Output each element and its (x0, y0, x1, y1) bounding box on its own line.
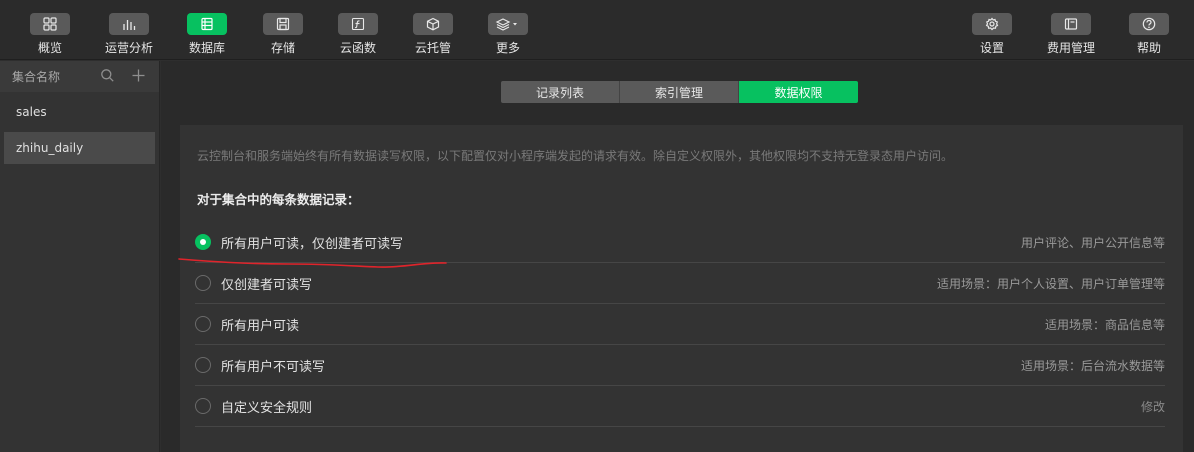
permissions-panel: 云控制台和服务端始终有所有数据读写权限，以下配置仅对小程序端发起的请求有效。除自… (180, 125, 1183, 452)
radio-unchecked-icon[interactable] (195, 357, 211, 373)
option-label: 仅创建者可读写 (221, 277, 313, 293)
toolbar-cloud-hosting[interactable]: 云托管 (398, 0, 468, 60)
collection-item-sales[interactable]: sales (0, 96, 159, 128)
option-hint: 适用场景：用户个人设置、用户订单管理等 (936, 276, 1165, 291)
radio-unchecked-icon[interactable] (195, 398, 211, 414)
permission-option-no-access[interactable]: 所有用户不可读写 适用场景：后台流水数据等 (195, 345, 1165, 386)
toolbar-label: 存储 (270, 41, 295, 55)
toolbar-analytics[interactable]: 运营分析 (94, 0, 164, 60)
toolbar-label: 概览 (37, 41, 62, 55)
toolbar-label: 云函数 (339, 41, 376, 55)
toolbar-label: 云托管 (414, 41, 451, 55)
option-hint: 用户评论、用户公开信息等 (1020, 235, 1165, 250)
option-label: 所有用户可读 (221, 318, 300, 334)
toolbar-billing[interactable]: 费用管理 (1036, 0, 1106, 60)
toolbar-cloud-function[interactable]: 云函数 (323, 0, 393, 60)
toolbar-overview[interactable]: 概览 (15, 0, 85, 60)
help-icon (1129, 13, 1169, 35)
function-icon (338, 13, 378, 35)
collection-sidebar: 集合名称 sales zhihu_daily (0, 61, 160, 452)
top-toolbar: 概览 运营分析 数据库 存储 云函数 云托管 更多 设置 费用管理 帮助 (0, 0, 1194, 60)
tab-indexes[interactable]: 索引管理 (620, 81, 739, 103)
bar-chart-icon (109, 13, 149, 35)
layers-dropdown-icon (488, 13, 528, 35)
option-hint: 适用场景：后台流水数据等 (1020, 358, 1165, 373)
toolbar-label: 更多 (495, 41, 520, 55)
toolbar-label: 数据库 (188, 41, 225, 55)
collection-list-header: 集合名称 (0, 61, 159, 92)
radio-unchecked-icon[interactable] (195, 275, 211, 291)
collection-item-zhihu-daily[interactable]: zhihu_daily (4, 132, 155, 164)
toolbar-settings[interactable]: 设置 (957, 0, 1027, 60)
tab-records[interactable]: 记录列表 (501, 81, 620, 103)
toolbar-label: 帮助 (1136, 41, 1161, 55)
toolbar-label: 设置 (979, 41, 1004, 55)
radio-checked-icon[interactable] (195, 234, 211, 250)
tab-permissions[interactable]: 数据权限 (739, 81, 858, 103)
toolbar-storage[interactable]: 存储 (248, 0, 318, 60)
edit-rules-link[interactable]: 修改 (1141, 398, 1165, 415)
toolbar-help[interactable]: 帮助 (1114, 0, 1184, 60)
container-box-icon (413, 13, 453, 35)
collection-item-label: zhihu_daily (16, 141, 84, 155)
option-label: 所有用户不可读写 (221, 359, 326, 375)
add-collection-icon[interactable] (131, 68, 146, 86)
permission-option-custom-rules[interactable]: 自定义安全规则 修改 (195, 386, 1165, 427)
permission-notice: 云控制台和服务端始终有所有数据读写权限，以下配置仅对小程序端发起的请求有效。除自… (197, 149, 954, 163)
red-underline-annotation (178, 258, 447, 268)
collection-item-label: sales (16, 105, 47, 119)
option-hint: 适用场景：商品信息等 (1044, 317, 1165, 332)
toolbar-label: 运营分析 (104, 41, 153, 55)
collection-list-title: 集合名称 (12, 70, 61, 84)
toolbar-label: 费用管理 (1046, 41, 1095, 55)
option-label: 所有用户可读，仅创建者可读写 (221, 236, 404, 252)
gear-icon (972, 13, 1012, 35)
overview-grid-icon (30, 13, 70, 35)
option-label: 自定义安全规则 (221, 400, 313, 416)
toolbar-database[interactable]: 数据库 (172, 0, 242, 60)
collection-tabs: 记录列表 索引管理 数据权限 (501, 81, 858, 103)
permission-option-public-read[interactable]: 所有用户可读 适用场景：商品信息等 (195, 304, 1165, 345)
billing-icon (1051, 13, 1091, 35)
permission-subtitle: 对于集合中的每条数据记录： (197, 192, 360, 207)
database-icon (187, 13, 227, 35)
toolbar-more[interactable]: 更多 (473, 0, 543, 60)
storage-save-icon (263, 13, 303, 35)
radio-unchecked-icon[interactable] (195, 316, 211, 332)
search-icon[interactable] (100, 68, 115, 86)
